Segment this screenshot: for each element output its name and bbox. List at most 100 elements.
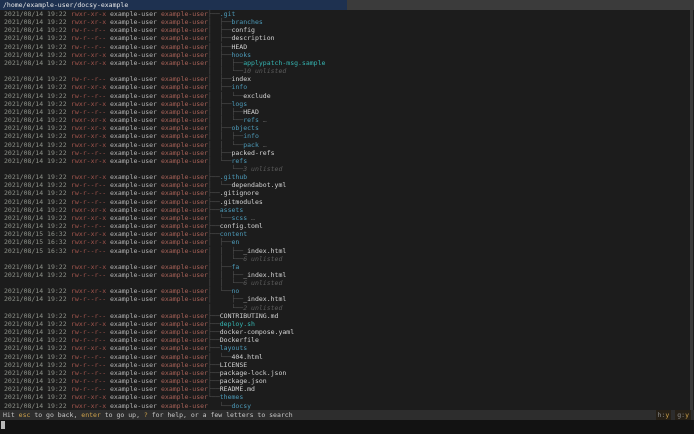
tree-row[interactable]: 2021/08/14 19:22 rwxr-xr-x example-user exa… bbox=[0, 10, 694, 18]
tree-row[interactable]: 2021/08/14 19:22 rwxr-xr-x example-user exa… bbox=[0, 214, 694, 222]
entry-name: HEAD bbox=[231, 42, 248, 51]
entry-tree-cell: ├──deploy.sh bbox=[208, 320, 255, 328]
entry-date: 2021/08/14 19:22 bbox=[4, 173, 67, 182]
tree-row[interactable]: 2021/08/14 19:22 rw-r--r-- example-user exa… bbox=[0, 75, 694, 83]
scrollbar[interactable] bbox=[690, 10, 693, 410]
tree-row[interactable]: 2021/08/14 19:22 rw-r--r-- example-user exa… bbox=[0, 295, 694, 303]
tree-row[interactable]: 2021/08/14 19:22 rw-r--r-- example-user exa… bbox=[0, 361, 694, 369]
entry-permissions: rw-r--r-- bbox=[71, 271, 107, 279]
tree-row[interactable]: 2021/08/14 19:22 rwxr-xr-x example-user exa… bbox=[0, 100, 694, 108]
entry-group: example-user bbox=[161, 352, 208, 361]
tree-row[interactable]: 2021/08/14 19:22 rwxr-xr-x example-user exa… bbox=[0, 116, 694, 124]
entry-date: 2021/08/14 19:22 bbox=[4, 99, 67, 108]
entry-owner: example-user bbox=[110, 222, 157, 231]
entry-owner: example-user bbox=[110, 311, 157, 320]
tree-row[interactable]: 2021/08/14 19:22 rwxr-xr-x example-user exa… bbox=[0, 124, 694, 132]
tree-branch-lines: ├── bbox=[208, 319, 220, 328]
tree-row[interactable]: 2021/08/14 19:22 rw-r--r-- example-user exa… bbox=[0, 336, 694, 344]
entry-tree-cell: │ └──2 unlisted bbox=[208, 304, 282, 312]
entry-tree-cell: │ ├──hooks bbox=[208, 51, 251, 59]
tree-row[interactable]: 2021/08/14 19:22 rw-r--r-- example-user exa… bbox=[0, 222, 694, 230]
flag-h[interactable]: h:y bbox=[655, 410, 672, 420]
search-input[interactable] bbox=[0, 420, 694, 434]
tree-row[interactable]: 2021/08/14 19:22 rw-r--r-- example-user exa… bbox=[0, 149, 694, 157]
entry-owner: example-user bbox=[110, 377, 157, 386]
entry-tree-cell: │ ├──packed-refs bbox=[208, 149, 275, 157]
entry-owner: example-user bbox=[110, 26, 157, 35]
entry-permissions: rw-r--r-- bbox=[71, 295, 107, 304]
entry-name: info bbox=[243, 132, 259, 141]
entry-owner: example-user bbox=[110, 58, 157, 67]
entry-date: 2021/08/14 19:22 bbox=[4, 295, 67, 304]
hint-text: for help, or a few letters to search bbox=[147, 411, 293, 419]
tree-row[interactable]: 2021/08/14 19:22 rw-r--r-- example-user exa… bbox=[0, 108, 694, 116]
tree-row[interactable]: 2021/08/14 19:22 rw-r--r-- example-user exa… bbox=[0, 198, 694, 206]
entry-owner: example-user bbox=[110, 189, 157, 198]
tree-row[interactable]: 2021/08/14 19:22 rwxr-xr-x example-user exa… bbox=[0, 59, 694, 67]
entry-group: example-user bbox=[161, 295, 208, 304]
entry-permissions: rwxr-xr-x bbox=[71, 238, 107, 247]
entry-tree-cell: ├──layouts bbox=[208, 344, 247, 352]
tree-row[interactable]: 2021/08/14 19:22 rwxr-xr-x example-user exa… bbox=[0, 173, 694, 181]
tree-row[interactable]: 2021/08/14 19:22 rwxr-xr-x example-user exa… bbox=[0, 320, 694, 328]
tree-row[interactable]: 2021/08/14 19:22 rwxr-xr-x example-user exa… bbox=[0, 157, 694, 165]
entry-date: 2021/08/15 16:32 bbox=[4, 238, 67, 247]
tree-row[interactable]: 2021/08/14 19:22 rw-r--r-- example-user exa… bbox=[0, 353, 694, 361]
tree-row[interactable]: 2021/08/14 19:22 rw-r--r-- example-user exa… bbox=[0, 328, 694, 336]
entry-name: 2 unlisted bbox=[243, 303, 283, 312]
tree-row[interactable]: 2021/08/14 19:22 rwxr-xr-x example-user exa… bbox=[0, 206, 694, 214]
entry-group: example-user bbox=[161, 377, 208, 386]
flag-g[interactable]: g:y bbox=[675, 410, 691, 420]
tree-row[interactable]: 2021/08/14 19:22 rw-r--r-- example-user exa… bbox=[0, 377, 694, 385]
tree-row[interactable]: 2021/08/14 19:22 rwxr-xr-x example-user exa… bbox=[0, 344, 694, 352]
entry-date: 2021/08/14 19:22 bbox=[4, 319, 67, 328]
entry-group: example-user bbox=[161, 132, 208, 141]
entry-permissions: rwxr-xr-x bbox=[71, 10, 107, 18]
tree-row[interactable]: 2021/08/14 19:22 rw-r--r-- example-user exa… bbox=[0, 26, 694, 34]
entry-permissions: rwxr-xr-x bbox=[71, 173, 107, 182]
tree-row[interactable]: 2021/08/14 19:22 rwxr-xr-x example-user exa… bbox=[0, 263, 694, 271]
tree-row[interactable]: 2021/08/14 19:22 rwxr-xr-x example-user exa… bbox=[0, 18, 694, 26]
tree-row[interactable]: 2021/08/14 19:22 rw-r--r-- example-user exa… bbox=[0, 181, 694, 189]
entry-owner: example-user bbox=[110, 91, 157, 100]
entry-tree-cell: │ ├──info bbox=[208, 83, 247, 91]
tree-row[interactable]: 2021/08/14 19:22 rw-r--r-- example-user exa… bbox=[0, 92, 694, 100]
tree-branch-lines: │ ├── bbox=[208, 295, 244, 304]
tree-row[interactable]: 2021/08/14 19:22 rw-r--r-- example-user exa… bbox=[0, 312, 694, 320]
entry-date: 2021/08/14 19:22 bbox=[4, 124, 67, 133]
tree-row[interactable]: 2021/08/14 19:22 rwxr-xr-x example-user exa… bbox=[0, 51, 694, 59]
tree-row[interactable]: 2021/08/14 19:22 rwxr-xr-x example-user exa… bbox=[0, 287, 694, 295]
tree-branch-lines: ├── bbox=[208, 10, 220, 18]
tree-branch-lines: ├── bbox=[208, 368, 220, 377]
tree-row[interactable]: 2021/08/14 19:22 rw-r--r-- example-user exa… bbox=[0, 369, 694, 377]
top-bar: /home/example-user/docsy-example bbox=[0, 0, 694, 10]
tree-row[interactable]: 2021/08/15 16:32 rwxr-xr-x example-user exa… bbox=[0, 230, 694, 238]
tree-row[interactable]: 2021/08/14 19:22 rw-r--r-- example-user exa… bbox=[0, 385, 694, 393]
scrollbar-thumb[interactable] bbox=[690, 10, 693, 410]
tree-row[interactable]: 2021/08/14 19:22 rw-r--r-- example-user exa… bbox=[0, 43, 694, 51]
tree-branch-lines: │ │ ├── bbox=[208, 271, 244, 279]
tree-branch-lines: │ ├── bbox=[208, 83, 232, 92]
current-path[interactable]: /home/example-user/docsy-example bbox=[0, 0, 347, 10]
tree-row[interactable]: 2021/08/14 19:22 rwxr-xr-x example-user exa… bbox=[0, 132, 694, 140]
tree-row[interactable]: 2021/08/14 19:22 rwxr-xr-x example-user exa… bbox=[0, 393, 694, 401]
flag-value: y bbox=[665, 411, 670, 419]
entry-group: example-user bbox=[161, 287, 208, 296]
tree-row[interactable]: 2021/08/14 19:22 rwxr-xr-x example-user exa… bbox=[0, 83, 694, 91]
entry-tree-cell: ├──.gitignore bbox=[208, 189, 259, 197]
tree-row[interactable]: 2021/08/15 16:32 rwxr-xr-x example-user exa… bbox=[0, 238, 694, 246]
tree-row[interactable]: 2021/08/14 19:22 rwxr-xr-x example-user exa… bbox=[0, 141, 694, 149]
tree-branch-lines: │ └── bbox=[208, 156, 232, 165]
entry-name: pack bbox=[243, 140, 259, 149]
entry-name: objects bbox=[231, 124, 259, 133]
tree-row[interactable]: 2021/08/15 16:32 rw-r--r-- example-user exa… bbox=[0, 247, 694, 255]
entry-group: example-user bbox=[161, 10, 208, 18]
tree-row[interactable]: 2021/08/14 19:22 rw-r--r-- example-user exa… bbox=[0, 34, 694, 42]
entry-date: 2021/08/14 19:22 bbox=[4, 42, 67, 51]
entry-owner: example-user bbox=[110, 197, 157, 206]
tree-row[interactable]: 2021/08/14 19:22 rw-r--r-- example-user exa… bbox=[0, 271, 694, 279]
entry-group: example-user bbox=[161, 197, 208, 206]
entry-name: packed-refs bbox=[231, 148, 275, 157]
tree-row[interactable]: 2021/08/14 19:22 rw-r--r-- example-user exa… bbox=[0, 189, 694, 197]
tree-row[interactable]: 2021/08/14 19:22 rwxr-xr-x example-user exa… bbox=[0, 402, 694, 410]
